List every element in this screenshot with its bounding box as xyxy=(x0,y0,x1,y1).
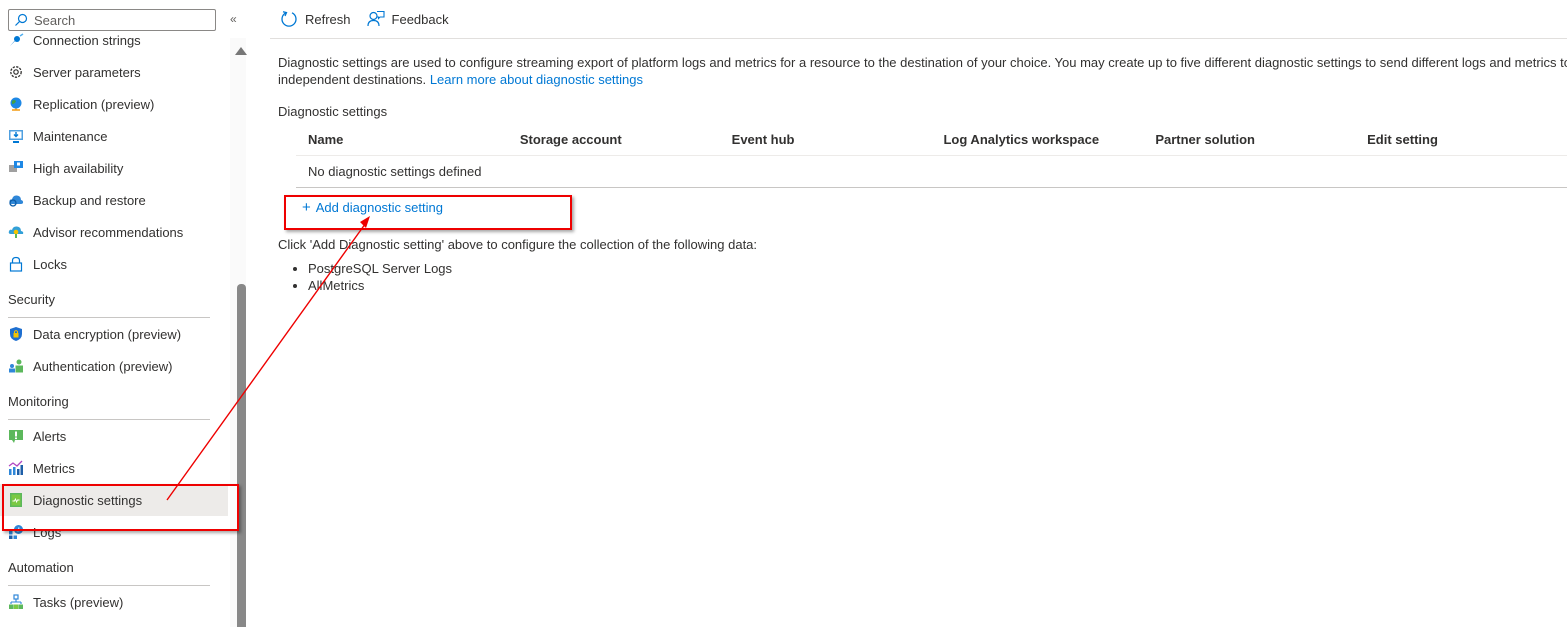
diagnostic-settings-table: Name Storage account Event hub Log Analy… xyxy=(296,124,1567,188)
resource-menu-sidebar: « Connection strings Server parameters R… xyxy=(0,0,250,627)
table-header-row: Name Storage account Event hub Log Analy… xyxy=(296,124,1567,156)
advisor-icon xyxy=(8,224,24,240)
sidebar-item-connection-strings[interactable]: Connection strings xyxy=(0,32,228,56)
sidebar-item-label: Locks xyxy=(33,256,67,272)
scroll-up-arrow-icon[interactable] xyxy=(235,47,247,55)
gear-icon xyxy=(8,64,24,80)
sidebar-item-label: Authentication (preview) xyxy=(33,358,173,374)
sidebar-item-label: Replication (preview) xyxy=(33,96,155,112)
sidebar-item-label: Server parameters xyxy=(33,64,141,80)
sidebar-item-maintenance[interactable]: Maintenance xyxy=(0,120,228,152)
sidebar-item-label: Data encryption (preview) xyxy=(33,326,182,342)
column-header-edit-setting: Edit setting xyxy=(1367,132,1438,147)
section-title: Automation xyxy=(8,560,74,575)
sidebar-item-replication[interactable]: Replication (preview) xyxy=(0,88,228,120)
plus-icon: + xyxy=(302,199,311,216)
refresh-icon xyxy=(281,11,297,27)
add-diagnostic-setting-button[interactable]: + Add diagnostic setting xyxy=(302,199,443,216)
sidebar-item-logs[interactable]: Logs xyxy=(0,516,228,548)
diagnostic-settings-icon xyxy=(8,492,24,508)
logs-icon xyxy=(8,524,24,540)
sidebar-item-data-encryption[interactable]: Data encryption (preview) xyxy=(0,318,228,350)
search-icon xyxy=(15,13,28,26)
refresh-label: Refresh xyxy=(305,11,351,27)
metrics-chart-icon xyxy=(8,460,24,476)
sidebar-item-label: Backup and restore xyxy=(33,192,146,208)
tasks-icon xyxy=(8,594,24,610)
section-security: Security xyxy=(0,280,228,318)
section-monitoring: Monitoring xyxy=(0,382,228,420)
sidebar-item-authentication[interactable]: Authentication (preview) xyxy=(0,350,228,382)
main-content: Refresh Feedback Diagnostic settings are… xyxy=(270,0,1567,627)
sidebar-item-backup-and-restore[interactable]: Backup and restore xyxy=(0,184,228,216)
collapse-sidebar-button[interactable]: « xyxy=(230,12,237,26)
sidebar-item-tasks[interactable]: Tasks (preview) xyxy=(0,586,228,618)
sidebar-item-metrics[interactable]: Metrics xyxy=(0,452,228,484)
column-header-name: Name xyxy=(308,132,344,147)
search-input[interactable] xyxy=(34,12,204,28)
section-title: Monitoring xyxy=(8,394,69,409)
sidebar-item-label: Tasks (preview) xyxy=(33,594,124,610)
sidebar-item-label: Alerts xyxy=(33,428,67,444)
sidebar-scrollbar-thumb[interactable] xyxy=(237,284,246,627)
sidebar-item-high-availability[interactable]: High availability xyxy=(0,152,228,184)
feedback-label: Feedback xyxy=(391,11,449,27)
description-text: Diagnostic settings are used to configur… xyxy=(278,54,1567,88)
collection-hint: Click 'Add Diagnostic setting' above to … xyxy=(278,237,758,252)
column-header-partner-solution: Partner solution xyxy=(1155,132,1255,147)
users-icon xyxy=(8,358,24,374)
learn-more-link[interactable]: Learn more about diagnostic settings xyxy=(430,72,643,87)
section-automation: Automation xyxy=(0,548,228,586)
data-collection-list: PostgreSQL Server Logs AllMetrics xyxy=(278,260,452,294)
column-header-log-analytics-workspace: Log Analytics workspace xyxy=(943,132,1100,147)
sidebar-item-server-parameters[interactable]: Server parameters xyxy=(0,56,228,88)
empty-message: No diagnostic settings defined xyxy=(308,164,482,179)
column-header-storage-account: Storage account xyxy=(519,132,622,147)
sidebar-item-alerts[interactable]: Alerts xyxy=(0,420,228,452)
table-empty-row: No diagnostic settings defined xyxy=(296,156,1567,188)
feedback-icon xyxy=(366,10,385,27)
sidebar-item-diagnostic-settings[interactable]: Diagnostic settings xyxy=(0,484,228,516)
lock-icon xyxy=(8,256,24,272)
search-box[interactable] xyxy=(8,9,216,31)
sidebar-item-label: Logs xyxy=(33,524,62,540)
connection-strings-icon xyxy=(8,32,24,48)
backup-cloud-icon xyxy=(8,192,24,208)
list-item: PostgreSQL Server Logs xyxy=(308,260,452,277)
shield-lock-icon xyxy=(8,326,24,342)
sidebar-item-label: Maintenance xyxy=(33,128,108,144)
globe-icon xyxy=(8,96,24,112)
sidebar-item-label: Metrics xyxy=(33,460,75,476)
alert-icon xyxy=(8,428,24,444)
refresh-button[interactable]: Refresh xyxy=(280,10,351,28)
add-diagnostic-setting-label: Add diagnostic setting xyxy=(315,200,443,215)
section-title: Security xyxy=(8,292,55,307)
diagnostic-settings-heading: Diagnostic settings xyxy=(278,104,388,119)
column-header-event-hub: Event hub xyxy=(731,132,795,147)
command-bar: Refresh Feedback xyxy=(270,0,1567,39)
sidebar-nav: Connection strings Server parameters Rep… xyxy=(0,32,228,627)
maintenance-monitor-icon xyxy=(8,128,24,144)
list-item: AllMetrics xyxy=(308,277,452,294)
sidebar-item-label: High availability xyxy=(33,160,124,176)
sidebar-item-label: Connection strings xyxy=(33,32,141,48)
sidebar-item-label: Diagnostic settings xyxy=(33,492,143,508)
sidebar-item-label: Advisor recommendations xyxy=(33,224,184,240)
sidebar-item-advisor-recommendations[interactable]: Advisor recommendations xyxy=(0,216,228,248)
high-availability-icon xyxy=(8,160,24,176)
sidebar-item-locks[interactable]: Locks xyxy=(0,248,228,280)
feedback-button[interactable]: Feedback xyxy=(366,10,449,28)
